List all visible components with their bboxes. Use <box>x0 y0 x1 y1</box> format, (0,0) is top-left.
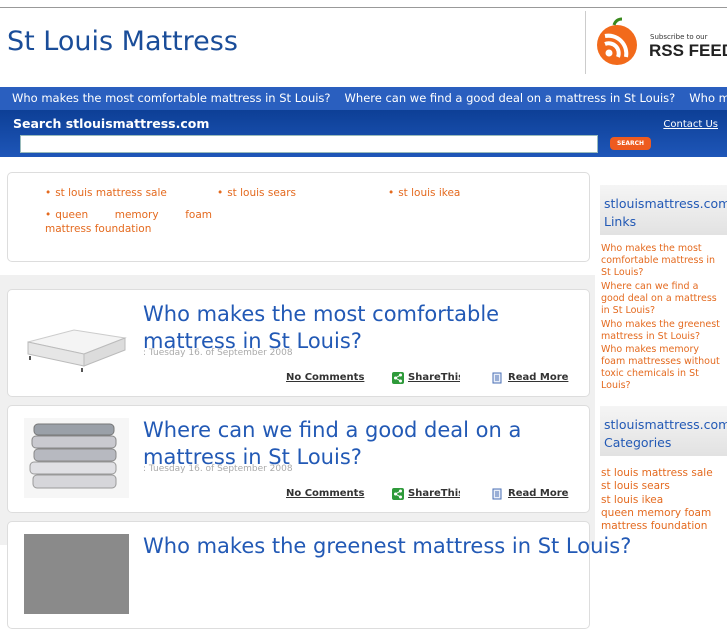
read-more-link[interactable]: Read More <box>508 488 568 499</box>
sidebar-link[interactable]: Where can we find a good deal on a mattr… <box>601 281 725 317</box>
rss-feed-text: RSS FEED <box>649 41 727 60</box>
sidebar-heading-text: stlouismattress.com Categories <box>604 417 727 450</box>
tag-link[interactable]: • st louis sears <box>217 187 296 199</box>
mattress-image[interactable] <box>24 302 129 382</box>
comments-link[interactable]: No Comments <box>286 488 364 499</box>
search-input[interactable] <box>20 135 598 153</box>
contact-us-link[interactable]: Contact Us <box>663 119 718 130</box>
nav-item[interactable]: Who makes the most comfortable mattress … <box>12 91 331 105</box>
post-title[interactable]: Who makes the most comfortable mattress … <box>143 301 553 355</box>
sidebar-category[interactable]: st louis sears <box>601 480 725 492</box>
tag-box: • st louis mattress sale • st louis sears … <box>7 172 590 262</box>
sidebar-category[interactable]: mattress foundation <box>601 520 725 532</box>
nav-item[interactable]: Where can we find a good deal on a mattr… <box>345 91 676 105</box>
nav-item[interactable]: Who makes the greenest mattress in St Lo… <box>689 91 727 105</box>
document-icon <box>492 372 502 384</box>
sidebar-category[interactable]: st louis ikea <box>601 494 725 506</box>
share-icon[interactable] <box>392 372 404 384</box>
share-icon[interactable] <box>392 488 404 500</box>
post-card: Who makes the greenest mattress in St Lo… <box>7 521 631 629</box>
bullet-icon: • <box>217 187 224 199</box>
sharethis-link[interactable]: ShareThis <box>408 372 460 383</box>
post-card: Where can we find a good deal on a mattr… <box>7 405 590 513</box>
mattress-image[interactable] <box>24 534 129 614</box>
posts-area: Who makes the most comfortable mattress … <box>0 275 631 629</box>
search-label: Search stlouismattress.com <box>13 116 210 131</box>
bullet-icon: • <box>45 209 52 221</box>
sidebar-link[interactable]: Who makes the greenest mattress in St Lo… <box>601 319 725 343</box>
tag-label: st louis mattress sale <box>55 187 167 199</box>
post-card: Who makes the most comfortable mattress … <box>7 289 590 397</box>
tag-label: queen memory foam mattress foundation <box>45 209 212 235</box>
tag-link[interactable]: • st louis ikea <box>388 187 460 199</box>
read-more-link[interactable]: Read More <box>508 372 568 383</box>
sidebar-link[interactable]: Who makes the most comfortable mattress … <box>601 243 725 279</box>
rss-banner[interactable]: Subscribe to our RSS FEED <box>585 11 727 74</box>
sidebar-links-heading: stlouismattress.com Links <box>600 185 727 235</box>
top-divider <box>0 7 727 8</box>
document-icon <box>492 488 502 500</box>
rss-icon <box>597 17 637 65</box>
sidebar-category[interactable]: st louis mattress sale <box>601 467 725 479</box>
tag-label: st louis sears <box>227 187 297 199</box>
comments-link[interactable]: No Comments <box>286 372 364 383</box>
tag-link[interactable]: • queen memory foam mattress foundation <box>45 208 212 236</box>
post-date: : Tuesday 16. of September 2008 <box>143 464 293 474</box>
sidebar-categories-heading: stlouismattress.com Categories <box>600 406 727 456</box>
bullet-icon: • <box>45 187 52 199</box>
rss-subscribe-text: Subscribe to our <box>650 33 708 41</box>
mattress-image[interactable] <box>24 418 129 498</box>
tag-link[interactable]: • st louis mattress sale <box>45 187 167 199</box>
sidebar-heading-text: stlouismattress.com Links <box>604 196 727 229</box>
top-nav: Who makes the most comfortable mattress … <box>0 87 727 110</box>
bullet-icon: • <box>388 187 395 199</box>
site-title[interactable]: St Louis Mattress <box>7 26 238 57</box>
post-date: : Tuesday 16. of September 2008 <box>143 348 293 358</box>
post-title[interactable]: Where can we find a good deal on a mattr… <box>143 417 553 471</box>
sidebar-link[interactable]: Who makes memory foam mattresses without… <box>601 344 725 392</box>
sharethis-link[interactable]: ShareThis <box>408 488 460 499</box>
tag-label: st louis ikea <box>398 187 461 199</box>
sidebar-category[interactable]: queen memory foam <box>601 507 725 519</box>
post-title[interactable]: Who makes the greenest mattress in St Lo… <box>143 533 631 560</box>
search-bar: Search stlouismattress.com Contact Us SE… <box>0 110 727 157</box>
search-button[interactable]: SEARCH <box>610 137 651 150</box>
